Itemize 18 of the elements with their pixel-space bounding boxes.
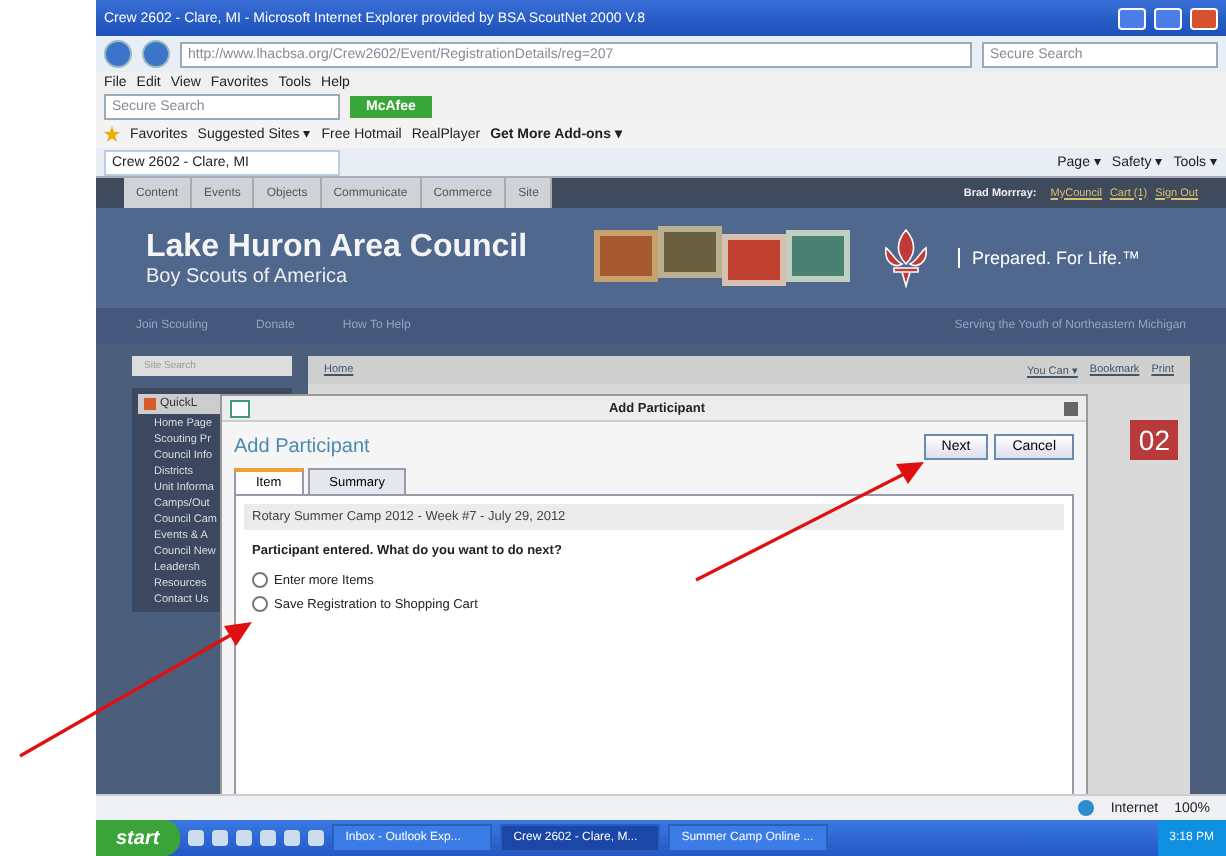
radio-button[interactable]: [252, 572, 268, 588]
close-button[interactable]: [1190, 7, 1218, 29]
forward-button[interactable]: [142, 40, 170, 68]
banner-text: 02: [1130, 420, 1178, 460]
globe-icon: [1078, 800, 1095, 816]
radio-button[interactable]: [252, 596, 268, 612]
quicklinks-icon: [144, 398, 156, 410]
back-button[interactable]: [104, 40, 132, 68]
site-title: Lake Huron Area Council: [146, 229, 530, 265]
close-button[interactable]: [1064, 401, 1078, 415]
maximize-button[interactable]: [1154, 7, 1182, 29]
window-icon: [230, 399, 250, 417]
site-subtitle: Boy Scouts of America: [146, 265, 350, 287]
minimize-button[interactable]: [1118, 7, 1146, 29]
site-tagline: Prepared. For Life.™: [958, 248, 1141, 268]
fleur-de-lis-icon: [882, 228, 930, 288]
star-icon: [104, 126, 120, 142]
dialog-heading: Add Participant: [234, 436, 372, 458]
